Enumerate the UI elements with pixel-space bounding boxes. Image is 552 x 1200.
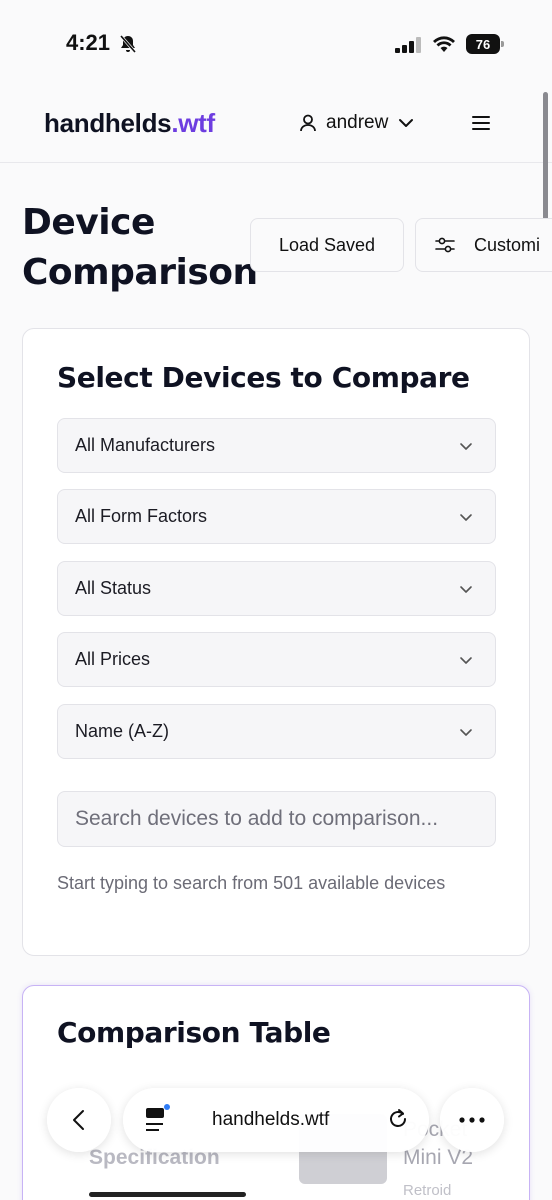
wifi-icon [433, 36, 455, 52]
sliders-icon [435, 237, 455, 253]
logo-main: handhelds [44, 108, 172, 138]
form-factor-select-value: All Form Factors [75, 506, 208, 526]
chevron-down-icon [399, 119, 414, 127]
page-scrollbar[interactable] [543, 92, 548, 232]
chevron-down-icon [460, 443, 472, 450]
load-saved-button[interactable]: Load Saved [250, 218, 404, 272]
home-indicator [89, 1192, 246, 1197]
site-logo[interactable]: handhelds.wtf [44, 108, 215, 139]
customize-button[interactable]: Customi [415, 218, 552, 272]
back-button[interactable] [47, 1088, 111, 1152]
browser-toolbar: handhelds.wtf [0, 1080, 552, 1200]
logo-accent: .wtf [171, 108, 215, 138]
address-bar[interactable]: handhelds.wtf [123, 1088, 429, 1152]
status-select-value: All Status [75, 578, 152, 598]
more-button[interactable] [440, 1088, 504, 1152]
sort-select[interactable]: Name (A-Z) [57, 704, 496, 759]
manufacturer-select-value: All Manufacturers [75, 435, 216, 455]
device-search-input[interactable] [57, 791, 496, 847]
comparison-table-title: Comparison Table [57, 1016, 331, 1049]
manufacturer-select[interactable]: All Manufacturers [57, 418, 496, 473]
battery-level: 76 [466, 34, 500, 54]
form-factor-select[interactable]: All Form Factors [57, 489, 496, 544]
user-menu-button[interactable]: andrew [298, 112, 416, 134]
signal-icon [395, 37, 421, 53]
status-select[interactable]: All Status [57, 561, 496, 616]
username: andrew [326, 112, 389, 133]
select-devices-title: Select Devices to Compare [57, 361, 470, 394]
battery-cap [501, 41, 504, 47]
status-time: 4:21 [66, 30, 111, 55]
reload-icon[interactable] [385, 1106, 411, 1132]
back-icon [73, 1110, 84, 1130]
sort-select-value: Name (A-Z) [75, 721, 169, 741]
customize-label: Customi [474, 234, 541, 255]
chevron-down-icon [460, 586, 472, 593]
chevron-down-icon [460, 657, 472, 664]
battery-indicator: 76 [466, 34, 504, 54]
site-header: handhelds.wtf andrew [0, 90, 552, 163]
price-select[interactable]: All Prices [57, 632, 496, 687]
tab-icon[interactable] [143, 1102, 173, 1136]
hamburger-icon[interactable] [470, 112, 492, 134]
chevron-down-icon [460, 514, 472, 521]
select-devices-card: Select Devices to Compare All Manufactur… [22, 328, 530, 956]
bell-slash-icon [119, 35, 137, 53]
page-title: Device Comparison [22, 202, 258, 293]
more-icon [459, 1117, 485, 1123]
url-text: handhelds.wtf [212, 1109, 330, 1130]
user-icon [300, 114, 316, 132]
status-bar: 4:21 76 [0, 0, 552, 90]
search-help-text: Start typing to search from 501 availabl… [57, 873, 446, 893]
chevron-down-icon [460, 729, 472, 736]
price-select-value: All Prices [75, 649, 151, 669]
